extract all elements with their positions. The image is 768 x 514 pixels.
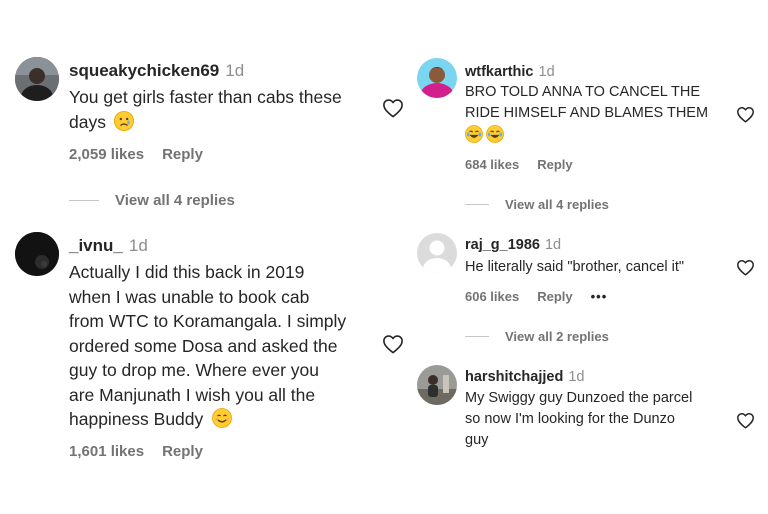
- comment-text-line: guy: [465, 432, 489, 448]
- comment-header: raj_g_1986 1d: [465, 236, 561, 254]
- comment-wtfkarthic: wtfkarthic 1d BRO TOLD ANNA TO CANCEL THE…: [405, 0, 768, 225]
- like-count[interactable]: 606 likes: [465, 289, 519, 304]
- reply-button[interactable]: Reply: [537, 157, 572, 172]
- comment-text-line: Actually I did this back in 2019: [69, 262, 305, 282]
- comment-timestamp: 1d: [225, 61, 245, 80]
- comment-text-line: happiness Buddy: [69, 407, 379, 432]
- heart-outline-icon[interactable]: [382, 334, 404, 359]
- comment-username[interactable]: harshitchajjed: [465, 369, 563, 385]
- comment-text-line: ordered some Dosa and asked the: [69, 335, 338, 356]
- comment-text-line: so now I'm looking for the Dunzo: [465, 411, 675, 427]
- reply-button[interactable]: Reply: [537, 289, 572, 304]
- comment-timestamp: 1d: [544, 237, 562, 253]
- view-replies-button[interactable]: View all 2 replies: [465, 329, 609, 344]
- comment-timestamp: 1d: [128, 236, 148, 255]
- comment-meta: 2,059 likes Reply: [69, 146, 221, 163]
- comment-header: squeakychicken69 1d: [69, 61, 244, 81]
- comment-text-line: guy to drop me. Where ever you: [69, 360, 319, 380]
- laughing-face-emoji-icon: [465, 125, 483, 144]
- view-replies-label[interactable]: View all 2 replies: [505, 329, 609, 344]
- avatar[interactable]: [15, 57, 59, 101]
- view-replies-label[interactable]: View all 4 replies: [505, 197, 609, 212]
- reply-button[interactable]: Reply: [162, 146, 203, 163]
- view-replies-button[interactable]: View all 4 replies: [465, 197, 609, 212]
- replies-divider: [465, 336, 489, 337]
- laughing-face-emoji-icon: [486, 125, 504, 144]
- comment-header: harshitchajjed 1d: [465, 368, 584, 386]
- comment-timestamp: 1d: [538, 64, 555, 80]
- reply-button[interactable]: Reply: [162, 443, 203, 460]
- user-photo-icon: [15, 232, 59, 276]
- user-photo-icon: [15, 57, 59, 101]
- comment-timestamp: 1d: [568, 369, 585, 385]
- comment-text: My Swiggy guy Dunzoed the parcel so now …: [465, 388, 735, 451]
- like-count[interactable]: 684 likes: [465, 157, 519, 172]
- comment-header: _ivnu_ 1d: [69, 236, 148, 256]
- comment-squeakychicken69: squeakychicken69 1d You get girls faster …: [0, 0, 415, 220]
- comment-username[interactable]: wtfkarthic: [465, 64, 534, 80]
- comment-text: Actually I did this back in 2019 when I …: [69, 260, 379, 432]
- comment-text-line: are Manjunath I wish you all the: [69, 384, 316, 405]
- comment-username[interactable]: raj_g_1986: [465, 237, 540, 253]
- sad-face-emoji-icon: [113, 110, 134, 131]
- comment-text: You get girls faster than cabs these day…: [69, 85, 379, 134]
- comment-text-line: when I was unable to book cab: [69, 286, 310, 307]
- comment-text-line: days: [69, 110, 379, 135]
- heart-outline-icon[interactable]: [736, 259, 755, 281]
- heart-outline-icon[interactable]: [736, 106, 755, 128]
- comment-meta: 1,601 likes Reply: [69, 443, 221, 460]
- view-replies-label[interactable]: View all 4 replies: [115, 192, 235, 209]
- avatar[interactable]: [417, 58, 457, 98]
- comment-header: wtfkarthic 1d: [465, 63, 555, 81]
- comment-username[interactable]: squeakychicken69: [69, 61, 219, 80]
- comment-text-fragment: days: [69, 111, 106, 132]
- default-avatar-icon[interactable]: [417, 233, 457, 273]
- comment-text-fragment: happiness Buddy: [69, 409, 204, 429]
- comment-text-line: BRO TOLD ANNA TO CANCEL THE: [465, 84, 701, 100]
- avatar[interactable]: [15, 232, 59, 276]
- avatar[interactable]: [417, 365, 457, 405]
- comment-username[interactable]: _ivnu_: [69, 236, 123, 255]
- replies-divider: [69, 200, 99, 201]
- comment-text-line: You get girls faster than cabs these: [69, 87, 342, 107]
- replies-divider: [465, 204, 489, 205]
- comment-text-line: My Swiggy guy Dunzoed the parcel: [465, 390, 693, 406]
- smiling-face-emoji-icon: [212, 408, 233, 429]
- comment-text-line: from WTC to Koramangala. I simply: [69, 311, 347, 331]
- user-photo-icon: [417, 58, 457, 98]
- user-photo-icon: [417, 365, 457, 405]
- comment-text-line: [465, 124, 735, 145]
- comment-ivnu: _ivnu_ 1d Actually I did this back in 201…: [0, 220, 415, 514]
- comment-meta: 606 likes Reply •••: [465, 289, 625, 304]
- heart-outline-icon[interactable]: [736, 412, 755, 434]
- more-options-icon[interactable]: •••: [591, 289, 608, 304]
- view-replies-button[interactable]: View all 4 replies: [69, 192, 235, 209]
- heart-outline-icon[interactable]: [382, 98, 404, 123]
- comment-text-line: RIDE HIMSELF AND BLAMES THEM: [465, 105, 709, 121]
- comment-text: BRO TOLD ANNA TO CANCEL THE RIDE HIMSELF…: [465, 82, 735, 145]
- comment-harshitchajjed: harshitchajjed 1d My Swiggy guy Dunzoed t…: [405, 355, 768, 514]
- comment-raj-g-1986: raj_g_1986 1d He literally said "brother,…: [405, 225, 768, 355]
- comment-meta: 684 likes Reply: [465, 157, 591, 172]
- like-count[interactable]: 2,059 likes: [69, 146, 144, 163]
- like-count[interactable]: 1,601 likes: [69, 443, 144, 460]
- comment-text: He literally said "brother, cancel it": [465, 259, 685, 275]
